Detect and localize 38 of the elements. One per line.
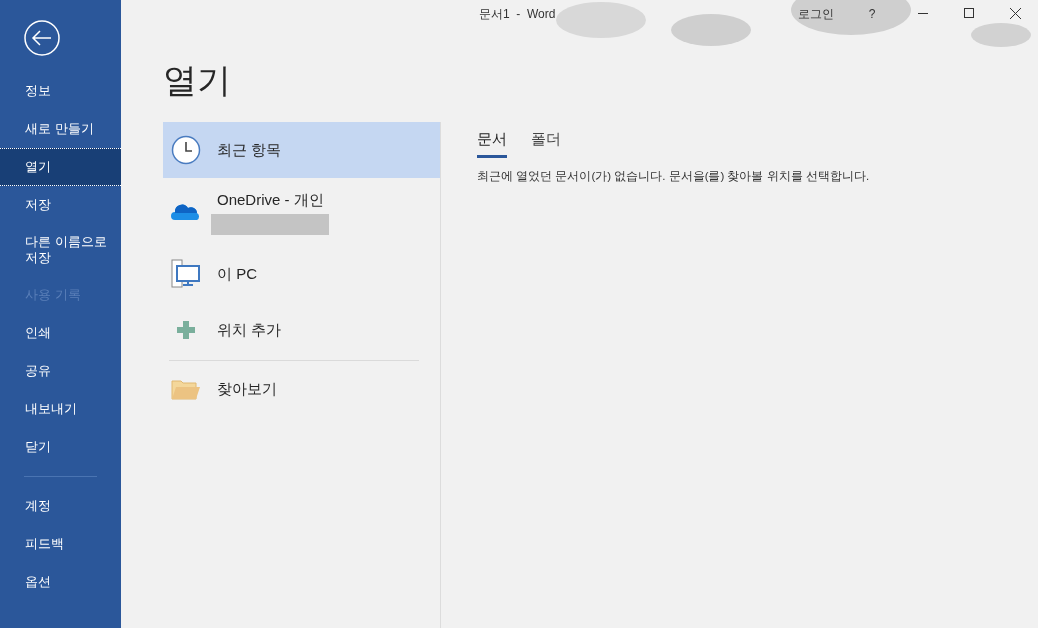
- minimize-icon: [918, 12, 928, 14]
- sidebar-item[interactable]: 내보내기: [0, 390, 121, 428]
- location-item[interactable]: 최근 항목: [163, 122, 440, 178]
- window-title: 문서1 - Word: [479, 6, 556, 23]
- location-label: OneDrive - 개인: [217, 190, 325, 211]
- sidebar-item[interactable]: 피드백: [0, 525, 121, 563]
- sidebar-item[interactable]: 열기: [0, 148, 121, 186]
- location-label: 이 PC: [217, 263, 257, 284]
- sidebar-item[interactable]: 옵션: [0, 563, 121, 601]
- tab[interactable]: 문서: [477, 128, 507, 158]
- sidebar-item[interactable]: 인쇄: [0, 314, 121, 352]
- sidebar-item[interactable]: 정보: [0, 72, 121, 110]
- computer-icon: [171, 259, 201, 289]
- location-item[interactable]: 위치 추가: [163, 302, 440, 358]
- sidebar-item[interactable]: 닫기: [0, 428, 121, 466]
- help-button[interactable]: ?: [862, 5, 882, 23]
- sidebar-item[interactable]: 저장: [0, 186, 121, 224]
- maximize-icon: [964, 8, 974, 18]
- sign-in-link[interactable]: 로그인: [798, 5, 834, 23]
- location-item[interactable]: 이 PC: [163, 246, 440, 302]
- page-title: 열기: [163, 60, 232, 101]
- sidebar-item[interactable]: 다른 이름으로 저장: [0, 224, 121, 276]
- sidebar-item[interactable]: 계정: [0, 487, 121, 525]
- sidebar-item[interactable]: 공유: [0, 352, 121, 390]
- empty-message: 최근에 열었던 문서이(가) 없습니다. 문서을(를) 찾아볼 위치를 선택합니다.: [477, 168, 871, 184]
- back-button[interactable]: [24, 20, 60, 56]
- location-item[interactable]: OneDrive - 개인: [163, 178, 440, 246]
- location-label: 위치 추가: [217, 319, 282, 340]
- browse-item[interactable]: 찾아보기: [163, 361, 440, 417]
- browse-label: 찾아보기: [217, 378, 277, 399]
- plus-icon: [177, 321, 195, 339]
- location-label: 최근 항목: [217, 139, 282, 160]
- clock-icon: [171, 135, 201, 165]
- cloud-icon: [171, 202, 201, 222]
- sidebar-item[interactable]: 새로 만들기: [0, 110, 121, 148]
- tab[interactable]: 폴더: [531, 128, 561, 158]
- close-icon: [1009, 7, 1021, 19]
- folder-icon: [171, 378, 201, 400]
